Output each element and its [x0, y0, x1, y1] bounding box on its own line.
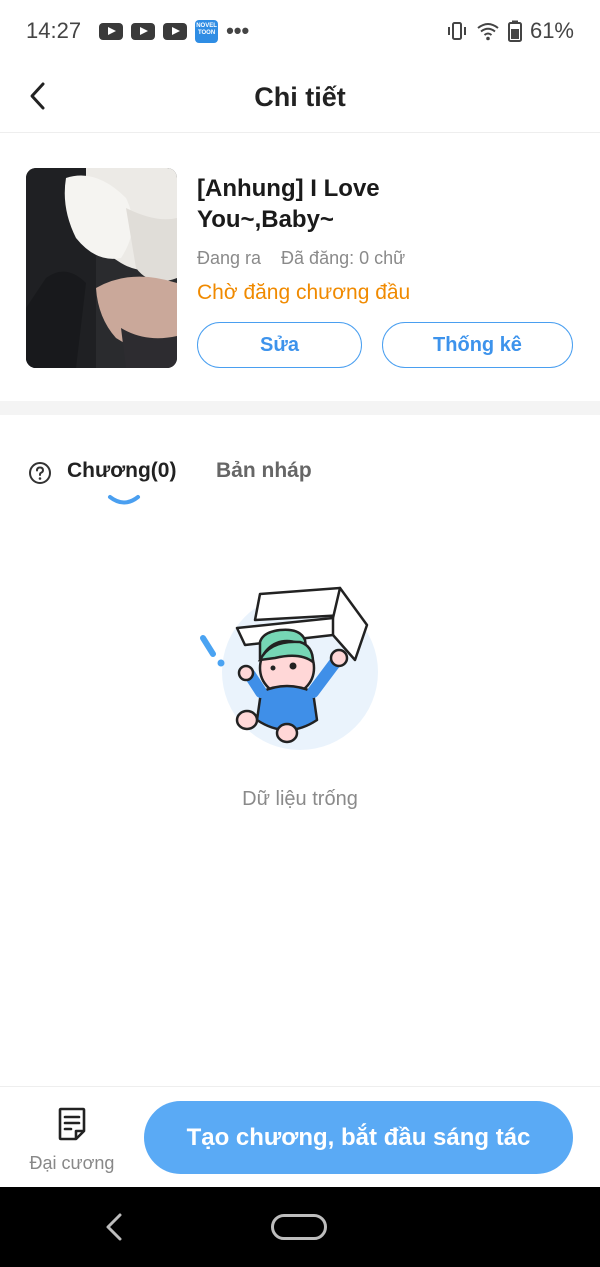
active-tab-indicator: [108, 495, 140, 505]
word-count: Đã đăng: 0 chữ: [281, 248, 406, 268]
book-cover-image[interactable]: [26, 168, 177, 368]
book-card: [Anhung] I Love You~,Baby~ Đang ra Đã đă…: [0, 133, 600, 401]
header: Chi tiết: [0, 62, 600, 133]
create-chapter-button[interactable]: Tạo chương, bắt đầu sáng tác: [144, 1101, 573, 1174]
battery-icon: [507, 20, 522, 42]
vibrate-icon: [447, 22, 466, 40]
nav-back-icon[interactable]: [96, 1209, 132, 1245]
edit-button[interactable]: Sửa: [197, 322, 362, 368]
empty-box-illustration: [200, 586, 378, 750]
book-meta: Đang ra Đã đăng: 0 chữ: [197, 248, 405, 269]
pending-notice: Chờ đăng chương đầu: [197, 281, 411, 304]
outline-button[interactable]: Đại cương: [20, 1105, 124, 1175]
outline-label: Đại cương: [29, 1153, 115, 1173]
youtube-icon: [163, 22, 188, 40]
help-icon[interactable]: [28, 461, 52, 485]
bottom-action-bar: Đại cương Tạo chương, bắt đầu sáng tác: [0, 1086, 600, 1187]
cover-photo: [26, 168, 177, 368]
youtube-icon: [99, 22, 124, 40]
nav-home-button[interactable]: [271, 1214, 327, 1240]
empty-message: Dữ liệu trống: [242, 788, 358, 810]
document-list-icon: [58, 1107, 86, 1141]
system-nav-bar: [0, 1187, 600, 1267]
tab-chapters[interactable]: Chương(0): [67, 459, 176, 483]
noveltoon-icon: NOVEL TOON: [195, 19, 219, 43]
book-title: [Anhung] I Love You~,Baby~: [197, 175, 380, 233]
status-bar: 14:27 NOVEL TOON ••• 61%: [0, 0, 600, 62]
book-status: Đang ra: [197, 248, 262, 268]
youtube-icon: [131, 22, 156, 40]
section-divider: [0, 401, 600, 415]
battery-percent: 61%: [529, 18, 574, 43]
wifi-icon: [477, 23, 499, 41]
tab-bar: Chương(0) Bản nháp: [0, 440, 600, 510]
status-right: 61%: [446, 18, 574, 44]
page-title: Chi tiết: [254, 82, 346, 112]
clock: 14:27: [26, 18, 82, 43]
statistics-button[interactable]: Thống kê: [382, 322, 573, 368]
status-left: 14:27 NOVEL TOON •••: [26, 18, 249, 44]
tab-drafts[interactable]: Bản nháp: [216, 459, 312, 483]
more-notifications-icon: •••: [226, 18, 250, 43]
